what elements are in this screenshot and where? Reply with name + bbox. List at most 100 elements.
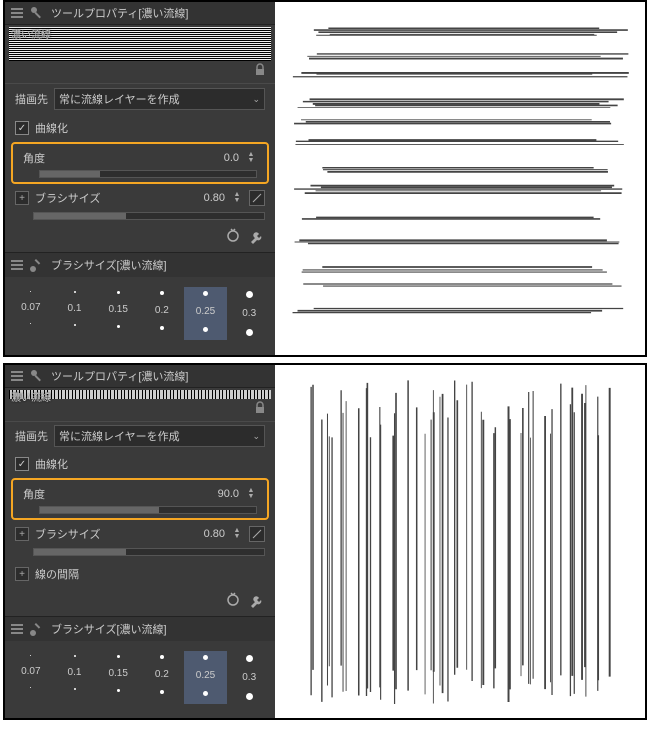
- brush-swatch[interactable]: 0.25: [184, 651, 228, 704]
- expand-icon[interactable]: +: [15, 191, 29, 205]
- brush-swatch[interactable]: 0.15: [96, 651, 140, 704]
- dot-icon: [117, 325, 120, 328]
- lock-icon[interactable]: [253, 401, 267, 415]
- draw-target-value: 常に流線レイヤーを作成: [59, 428, 180, 444]
- dot-icon: [160, 291, 164, 295]
- brush-swatch[interactable]: 0.25: [184, 287, 228, 340]
- tool-property-panel: ツールプロパティ[濃い流線] 濃い流線 描画先 常に流線レイヤーを作成 ⌄ ✓ …: [5, 2, 275, 355]
- dot-icon: [74, 291, 76, 293]
- brush-size-slider[interactable]: [33, 548, 265, 556]
- angle-slider[interactable]: [39, 506, 257, 514]
- example-angle-90: ツールプロパティ[濃い流線] 濃い流線 描画先 常に流線レイヤーを作成 ⌄ ✓ …: [3, 363, 647, 720]
- dot-icon: [160, 326, 164, 330]
- brush-size-swatches: 0.07 0.1 0.15 0.2 0.25 0.3: [5, 641, 275, 718]
- brush-swatch[interactable]: 0.15: [96, 287, 140, 340]
- dot-icon: [74, 324, 76, 326]
- dot-icon: [117, 655, 120, 658]
- brush-swatch[interactable]: 0.07: [9, 287, 53, 340]
- wrench-icon[interactable]: [249, 592, 265, 608]
- curve-checkbox[interactable]: ✓: [15, 457, 29, 471]
- brush-swatch[interactable]: 0.07: [9, 651, 53, 704]
- brush-swatch[interactable]: 0.3: [227, 287, 271, 340]
- dot-icon: [74, 688, 76, 690]
- brush-size-stepper[interactable]: ▲▼: [231, 191, 243, 205]
- brush-size-row: + ブラシサイズ 0.80 ▲▼: [5, 520, 275, 548]
- brush-icon: [29, 257, 45, 273]
- preset-name: 濃い流線: [11, 389, 51, 404]
- dot-icon: [30, 687, 31, 688]
- dot-icon: [246, 291, 253, 298]
- chevron-down-icon: ⌄: [252, 431, 260, 442]
- dot-icon: [246, 329, 253, 336]
- brush-size-row: + ブラシサイズ 0.80 ▲▼: [5, 184, 275, 212]
- angle-value[interactable]: 0.0: [205, 152, 239, 164]
- stroke-preview: 濃い流線: [9, 27, 271, 61]
- brush-size-value[interactable]: 0.80: [191, 192, 225, 204]
- tool-property-title: ツールプロパティ[濃い流線]: [51, 368, 188, 384]
- menu-icon[interactable]: [11, 260, 23, 270]
- pressure-toggle[interactable]: [249, 190, 265, 206]
- draw-target-label: 描画先: [15, 91, 48, 107]
- curve-label: 曲線化: [35, 120, 68, 136]
- menu-icon[interactable]: [11, 371, 23, 381]
- brush-gear-icon: [29, 5, 45, 21]
- expand-icon[interactable]: +: [15, 567, 29, 581]
- brush-list-title: ブラシサイズ[濃い流線]: [51, 257, 167, 273]
- tool-property-titlebar: ツールプロパティ[濃い流線]: [5, 365, 275, 388]
- brush-list-titlebar: ブラシサイズ[濃い流線]: [5, 617, 275, 641]
- brush-icon: [29, 621, 45, 637]
- pressure-toggle[interactable]: [249, 526, 265, 542]
- preset-name: 濃い流線: [11, 26, 51, 41]
- brush-swatch[interactable]: 0.2: [140, 651, 184, 704]
- angle-highlight: 角度 0.0 ▲▼: [11, 142, 269, 184]
- draw-target-select[interactable]: 常に流線レイヤーを作成 ⌄: [54, 425, 265, 447]
- tool-property-title: ツールプロパティ[濃い流線]: [51, 5, 188, 21]
- chevron-down-icon: ⌄: [252, 94, 260, 105]
- brush-swatch[interactable]: 0.1: [53, 287, 97, 340]
- brush-size-value[interactable]: 0.80: [191, 528, 225, 540]
- dot-icon: [160, 690, 164, 694]
- dot-icon: [117, 291, 120, 294]
- dot-icon: [203, 291, 208, 296]
- canvas-preview-vertical: [275, 365, 645, 718]
- brush-size-slider[interactable]: [33, 212, 265, 220]
- example-angle-0: ツールプロパティ[濃い流線] 濃い流線 描画先 常に流線レイヤーを作成 ⌄ ✓ …: [3, 0, 647, 357]
- curve-row: ✓ 曲線化: [5, 450, 275, 478]
- menu-icon[interactable]: [11, 8, 23, 18]
- draw-target-select[interactable]: 常に流線レイヤーを作成 ⌄: [54, 88, 265, 110]
- gap-label: 線の間隔: [35, 566, 79, 582]
- dot-icon: [203, 691, 208, 696]
- dot-icon: [203, 655, 208, 660]
- dot-icon: [246, 693, 253, 700]
- dot-icon: [30, 655, 31, 656]
- tool-property-titlebar: ツールプロパティ[濃い流線]: [5, 2, 275, 25]
- dot-icon: [246, 655, 253, 662]
- dot-icon: [30, 323, 31, 324]
- brush-list-title: ブラシサイズ[濃い流線]: [51, 621, 167, 637]
- reset-icon[interactable]: [225, 592, 241, 608]
- angle-stepper[interactable]: ▲▼: [245, 151, 257, 165]
- curve-checkbox[interactable]: ✓: [15, 121, 29, 135]
- angle-value[interactable]: 90.0: [205, 488, 239, 500]
- dot-icon: [203, 327, 208, 332]
- brush-size-stepper[interactable]: ▲▼: [231, 527, 243, 541]
- brush-swatch[interactable]: 0.2: [140, 287, 184, 340]
- expand-icon[interactable]: +: [15, 527, 29, 541]
- curve-label: 曲線化: [35, 456, 68, 472]
- lock-icon[interactable]: [253, 63, 267, 77]
- brush-swatch[interactable]: 0.1: [53, 651, 97, 704]
- reset-icon[interactable]: [225, 228, 241, 244]
- brush-swatch[interactable]: 0.3: [227, 651, 271, 704]
- angle-slider[interactable]: [39, 170, 257, 178]
- dot-icon: [160, 655, 164, 659]
- angle-label: 角度: [23, 150, 45, 166]
- brush-gear-icon: [29, 368, 45, 384]
- gap-row: + 線の間隔: [5, 560, 275, 588]
- brush-list-titlebar: ブラシサイズ[濃い流線]: [5, 253, 275, 277]
- brush-size-swatches: 0.07 0.1 0.15 0.2 0.25 0.3: [5, 277, 275, 354]
- tool-property-panel: ツールプロパティ[濃い流線] 濃い流線 描画先 常に流線レイヤーを作成 ⌄ ✓ …: [5, 365, 275, 718]
- stroke-preview: 濃い流線: [9, 390, 271, 399]
- menu-icon[interactable]: [11, 624, 23, 634]
- angle-stepper[interactable]: ▲▼: [245, 487, 257, 501]
- wrench-icon[interactable]: [249, 228, 265, 244]
